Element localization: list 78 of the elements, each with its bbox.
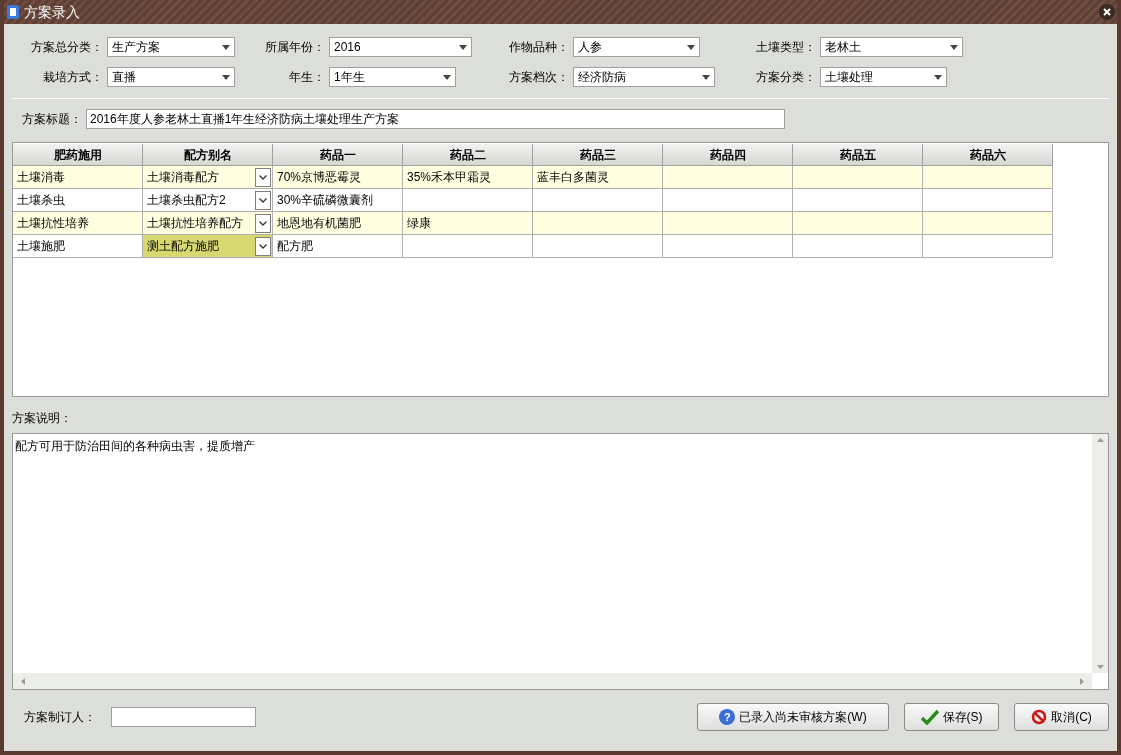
- no-entry-icon: [1031, 709, 1048, 725]
- column-header: 肥药施用: [13, 144, 143, 166]
- table-cell: 土壤消毒: [13, 166, 143, 189]
- app-icon: [6, 4, 20, 20]
- column-header: 药品六: [923, 144, 1053, 166]
- field-label: 方案总分类：: [30, 39, 104, 56]
- field-label: 方案档次：: [508, 69, 570, 86]
- close-button[interactable]: [1099, 4, 1115, 20]
- check-icon: [920, 709, 939, 725]
- table-cell: 35%禾本甲霜灵: [403, 166, 533, 189]
- dropdown[interactable]: 2016: [329, 37, 472, 57]
- field-label: 方案标题：: [22, 111, 82, 128]
- table-cell: 配方肥: [273, 235, 403, 258]
- description-text: 配方可用于防治田间的各种病虫害，提质增产: [15, 439, 255, 453]
- field-label: 所属年份：: [264, 39, 326, 56]
- column-header: 药品一: [273, 144, 403, 166]
- table-cell: 30%辛硫磷微囊剂: [273, 189, 403, 212]
- save-button[interactable]: 保存(S): [904, 703, 999, 731]
- table-cell: 土壤施肥: [13, 235, 143, 258]
- column-header: 药品二: [403, 144, 533, 166]
- field-label: 年生：: [288, 69, 326, 86]
- field-label: 方案分类：: [755, 69, 817, 86]
- chevron-icon: [259, 220, 267, 226]
- dropdown[interactable]: 老林土: [820, 37, 963, 57]
- caret-icon: [443, 74, 451, 80]
- down-arrow-icon: [1096, 665, 1104, 669]
- dropdown-toggle[interactable]: [255, 190, 271, 210]
- cancel-button[interactable]: 取消(C): [1014, 703, 1109, 731]
- chevron-icon: [259, 174, 267, 180]
- table-cell: 地恩地有机菌肥: [273, 212, 403, 235]
- author-input[interactable]: [111, 707, 256, 727]
- dropdown[interactable]: 经济防病: [573, 67, 715, 87]
- dropdown-toggle[interactable]: [255, 236, 271, 256]
- caret-icon: [934, 74, 942, 80]
- column-header: 药品五: [793, 144, 923, 166]
- field-label: 土壤类型：: [755, 39, 817, 56]
- dropdown-toggle[interactable]: [255, 213, 271, 233]
- field-label: 方案制订人：: [23, 709, 97, 726]
- caret-icon: [687, 44, 695, 50]
- dropdown[interactable]: 生产方案: [107, 37, 235, 57]
- table-cell: 土壤杀虫: [13, 189, 143, 212]
- dropdown-cell[interactable]: 土壤消毒配方: [143, 166, 273, 189]
- column-header: 药品三: [533, 144, 663, 166]
- vertical-scrollbar[interactable]: [1092, 434, 1108, 673]
- up-arrow-icon: [1096, 438, 1104, 442]
- dropdown[interactable]: 土壤处理: [820, 67, 947, 87]
- close-icon: [1103, 8, 1111, 16]
- dropdown-cell[interactable]: 土壤抗性培养配方: [143, 212, 273, 235]
- dropdown-cell[interactable]: 测土配方施肥: [143, 235, 273, 258]
- caret-icon: [222, 44, 230, 50]
- chevron-icon: [259, 243, 267, 249]
- column-header: 药品四: [663, 144, 793, 166]
- horizontal-scrollbar[interactable]: [13, 673, 1092, 689]
- dropdown[interactable]: 1年生: [329, 67, 456, 87]
- table-cell: 绿康: [403, 212, 533, 235]
- dropdown-cell[interactable]: 土壤杀虫配方2: [143, 189, 273, 212]
- chevron-icon: [259, 197, 267, 203]
- field-label: 方案说明：: [12, 410, 72, 427]
- help-icon: ?: [719, 709, 736, 725]
- column-header: 配方别名: [143, 144, 273, 166]
- left-arrow-icon: [21, 677, 25, 685]
- dropdown-toggle[interactable]: [255, 167, 271, 187]
- dropdown[interactable]: 直播: [107, 67, 235, 87]
- table-cell: 蓝丰白多菌灵: [533, 166, 663, 189]
- description-textarea[interactable]: 配方可用于防治田间的各种病虫害，提质增产: [12, 433, 1109, 690]
- table-cell: 70%京博恶霉灵: [273, 166, 403, 189]
- caret-icon: [950, 44, 958, 50]
- field-label: 栽培方式：: [42, 69, 104, 86]
- review-button[interactable]: ? 已录入尚未审核方案(W): [697, 703, 889, 731]
- caret-icon: [702, 74, 710, 80]
- dropdown[interactable]: 人参: [573, 37, 700, 57]
- caret-icon: [222, 74, 230, 80]
- right-arrow-icon: [1080, 677, 1084, 685]
- title-input[interactable]: 2016年度人参老林土直播1年生经济防病土壤处理生产方案: [86, 109, 785, 129]
- field-label: 作物品种：: [508, 39, 570, 56]
- table-cell: 土壤抗性培养: [13, 212, 143, 235]
- window-title: 方案录入: [24, 2, 80, 22]
- caret-icon: [459, 44, 467, 50]
